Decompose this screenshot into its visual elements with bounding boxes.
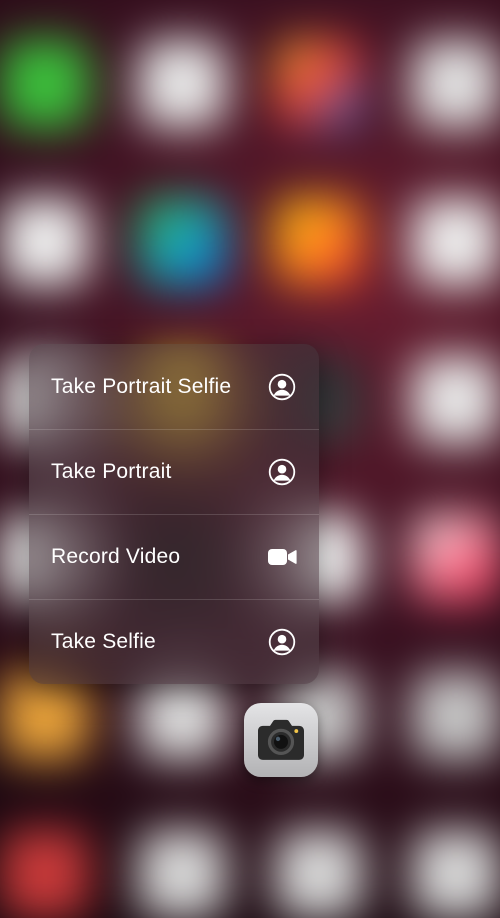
quick-action-label: Take Portrait xyxy=(51,460,171,484)
quick-action-record-video[interactable]: Record Video xyxy=(29,514,319,599)
quick-action-take-portrait-selfie[interactable]: Take Portrait Selfie xyxy=(29,344,319,429)
camera-app-icon[interactable] xyxy=(244,703,318,777)
quick-action-take-portrait[interactable]: Take Portrait xyxy=(29,429,319,514)
video-icon xyxy=(267,542,297,572)
quick-action-take-selfie[interactable]: Take Selfie xyxy=(29,599,319,684)
quick-actions-menu: Take Portrait Selfie Take Portrait R xyxy=(29,344,319,684)
camera-icon xyxy=(253,719,309,763)
portrait-icon xyxy=(267,372,297,402)
quick-action-label: Take Portrait Selfie xyxy=(51,375,231,399)
portrait-icon xyxy=(267,627,297,657)
quick-action-label: Take Selfie xyxy=(51,630,156,654)
quick-action-label: Record Video xyxy=(51,545,180,569)
portrait-icon xyxy=(267,457,297,487)
